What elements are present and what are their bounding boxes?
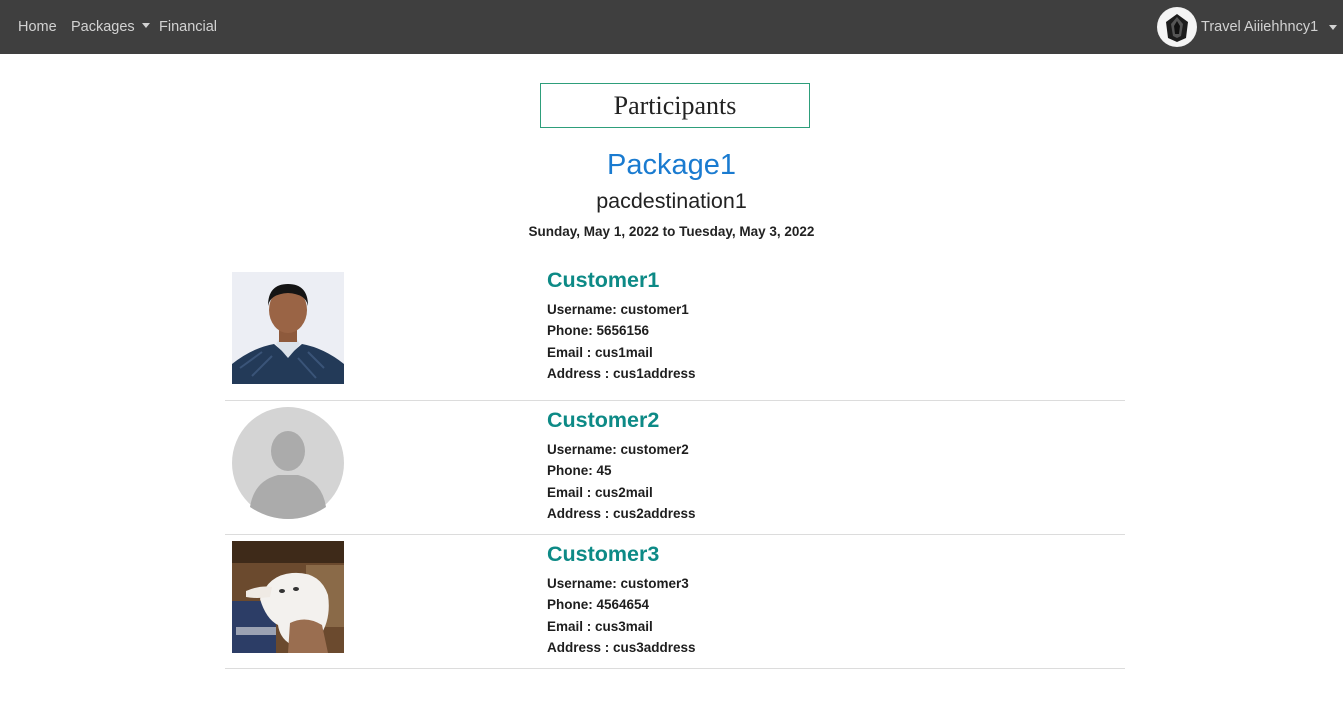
user-name-label: Travel Aiiiehhncy1	[1201, 19, 1319, 35]
customer-name: Customer3	[547, 542, 660, 566]
participant-row: Customer3 Username: customer3 Phone: 456…	[225, 534, 1125, 669]
package-dates: Sunday, May 1, 2022 to Tuesday, May 3, 2…	[528, 224, 815, 239]
customer-address: Address : cus3address	[547, 640, 696, 655]
customer-name: Customer1	[547, 268, 660, 292]
top-navbar: Home Packages Financial Travel Aiiiehhnc…	[0, 0, 1343, 54]
customer-email: Email : cus1mail	[547, 345, 653, 360]
customer-username: Username: customer3	[547, 576, 689, 591]
customer-phone: Phone: 5656156	[547, 323, 650, 338]
customer-phone: Phone: 45	[547, 463, 612, 478]
chevron-down-icon	[1329, 25, 1337, 30]
nav-financial-link[interactable]: Financial	[159, 18, 217, 36]
customer-email: Email : cus2mail	[547, 485, 653, 500]
nav-packages-label: Packages	[71, 19, 135, 35]
agency-logo-avatar	[1157, 7, 1197, 47]
nav-packages-dropdown[interactable]: Packages	[71, 18, 150, 36]
customer-email: Email : cus3mail	[547, 619, 653, 634]
nav-home-link[interactable]: Home	[18, 18, 57, 36]
customer-username: Username: customer2	[547, 442, 689, 457]
participant-row: Customer2 Username: customer2 Phone: 45 …	[225, 400, 1125, 535]
package-destination: pacdestination1	[596, 189, 747, 213]
page-title: Participants	[613, 91, 737, 120]
chevron-down-icon	[141, 23, 150, 28]
customer-address: Address : cus2address	[547, 506, 696, 521]
customer-photo	[232, 541, 344, 653]
customer-address: Address : cus1address	[547, 366, 696, 381]
customer-photo-placeholder	[232, 407, 344, 519]
customer-phone: Phone: 4564654	[547, 597, 650, 612]
customer-photo	[232, 272, 344, 384]
customer-name: Customer2	[547, 408, 660, 432]
page-title-box: Participants	[540, 83, 810, 128]
participant-row: Customer1 Username: customer1 Phone: 565…	[225, 266, 1125, 401]
package-name: Package1	[607, 149, 736, 181]
customer-username: Username: customer1	[547, 302, 689, 317]
